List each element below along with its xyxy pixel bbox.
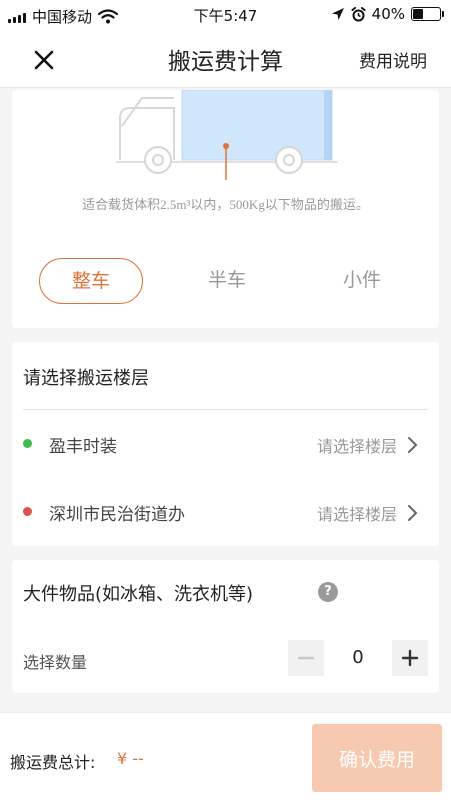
origin-dot-icon [23, 439, 32, 448]
truck-illustration [116, 90, 338, 180]
confirm-fee-button[interactable]: 确认费用 [312, 724, 442, 792]
location-arrow-icon [331, 8, 344, 20]
total-fee-label: 搬运费总计: [10, 753, 96, 772]
large-items-card: 大件物品(如冰箱、洗衣机等) ? 选择数量 0 [12, 560, 439, 693]
chevron-right-icon [408, 437, 418, 453]
status-right: 40% [331, 5, 444, 23]
navigation-bar: 搬运费计算 费用说明 [0, 30, 451, 88]
status-bar: 中国移动 下午5:47 40% [0, 0, 451, 30]
quantity-value: 0 [352, 647, 364, 668]
battery-icon [411, 7, 444, 21]
fee-explanation-link[interactable]: 费用说明 [359, 47, 427, 72]
vehicle-type-tabs: 整车 半车 小件 [12, 258, 439, 308]
destination-floor-select[interactable]: 请选择楼层 [317, 501, 397, 525]
origin-floor-select[interactable]: 请选择楼层 [317, 433, 397, 457]
battery-fill [413, 9, 424, 19]
floor-row-destination[interactable]: 深圳市民治街道办 请选择楼层 [12, 494, 439, 534]
quantity-increase-button[interactable] [392, 640, 428, 676]
tab-full-truck[interactable]: 整车 [39, 258, 143, 304]
chevron-right-icon [408, 505, 418, 521]
divider [23, 409, 428, 410]
vehicle-capacity-description: 适合载货体积2.5m³以内，500Kg以下物品的搬运。 [82, 197, 369, 212]
tab-small-item[interactable]: 小件 [312, 258, 412, 304]
floor-selection-card: 请选择搬运楼层 盈丰时装 请选择楼层 深圳市民治街道办 请选择楼层 [12, 342, 439, 546]
battery-percent: 40% [371, 5, 405, 23]
destination-place-name: 深圳市民治街道办 [49, 505, 185, 525]
floor-section-title: 请选择搬运楼层 [23, 368, 149, 389]
quantity-label: 选择数量 [23, 653, 88, 672]
destination-dot-icon [23, 507, 32, 516]
floor-row-origin[interactable]: 盈丰时装 请选择楼层 [12, 426, 439, 466]
quantity-decrease-button[interactable] [288, 640, 324, 676]
origin-place-name: 盈丰时装 [49, 437, 117, 457]
tab-half-truck[interactable]: 半车 [177, 258, 277, 304]
total-fee-value: ¥ -- [117, 749, 144, 768]
vehicle-card: 适合载货体积2.5m³以内，500Kg以下物品的搬运。 整车 半车 小件 [12, 90, 439, 328]
help-icon[interactable]: ? [318, 582, 338, 602]
large-items-title: 大件物品(如冰箱、洗衣机等) [23, 584, 254, 605]
bottom-bar: 搬运费总计: ¥ -- 确认费用 [0, 712, 451, 800]
alarm-icon [351, 6, 366, 21]
